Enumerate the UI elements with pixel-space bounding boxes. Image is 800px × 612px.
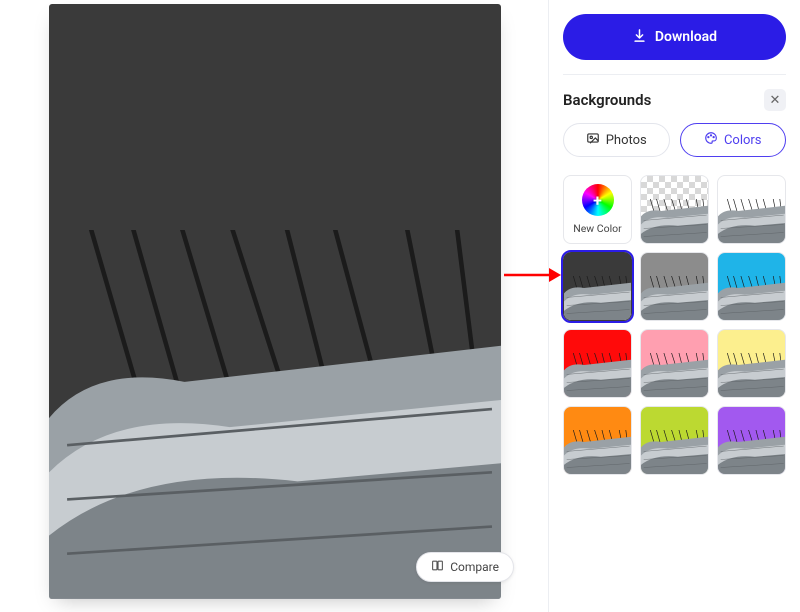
swatch-2[interactable]: [717, 175, 786, 244]
download-button[interactable]: Download: [563, 14, 786, 60]
swatch-preview: [718, 176, 785, 243]
swatch-preview: [718, 407, 785, 474]
palette-icon: [704, 131, 718, 149]
color-wheel-icon: [582, 184, 614, 216]
swatch-7[interactable]: [640, 329, 709, 398]
tab-colors-label: Colors: [724, 133, 762, 148]
compare-icon: [431, 559, 444, 575]
divider: [563, 74, 786, 75]
swatch-6[interactable]: [563, 329, 632, 398]
compare-button[interactable]: Compare: [416, 552, 514, 582]
swatch-preview: [718, 330, 785, 397]
sidebar: Download Backgrounds ✕ Photos: [548, 0, 800, 612]
swatch-grid: New Color: [563, 175, 786, 475]
download-label: Download: [655, 29, 717, 45]
swatch-4[interactable]: [640, 252, 709, 321]
swatch-preview: [641, 253, 708, 320]
tab-photos[interactable]: Photos: [563, 123, 670, 157]
swatch-transparent[interactable]: [640, 175, 709, 244]
preview-area: Compare: [0, 0, 548, 612]
swatch-preview: [641, 407, 708, 474]
tab-colors[interactable]: Colors: [680, 123, 787, 157]
compare-label: Compare: [450, 560, 499, 574]
swatch-10[interactable]: [640, 406, 709, 475]
backgrounds-tabs: Photos Colors: [563, 123, 786, 157]
swatch-preview: [564, 330, 631, 397]
swatch-preview: [564, 407, 631, 474]
swatch-5[interactable]: [717, 252, 786, 321]
swatch-11[interactable]: [717, 406, 786, 475]
photos-icon: [586, 131, 600, 149]
download-icon: [632, 28, 647, 47]
swatch-preview: [641, 176, 708, 243]
swatch-preview: [641, 330, 708, 397]
preview-image: [49, 4, 501, 599]
backgrounds-title: Backgrounds: [563, 91, 651, 109]
swatch-preview: [564, 253, 631, 320]
swatch-new-color[interactable]: New Color: [563, 175, 632, 244]
swatch-9[interactable]: [563, 406, 632, 475]
new-color-label: New Color: [573, 222, 621, 235]
close-icon[interactable]: ✕: [764, 89, 786, 111]
tab-photos-label: Photos: [606, 133, 647, 148]
swatch-preview: [718, 253, 785, 320]
swatch-3[interactable]: [563, 252, 632, 321]
swatch-8[interactable]: [717, 329, 786, 398]
